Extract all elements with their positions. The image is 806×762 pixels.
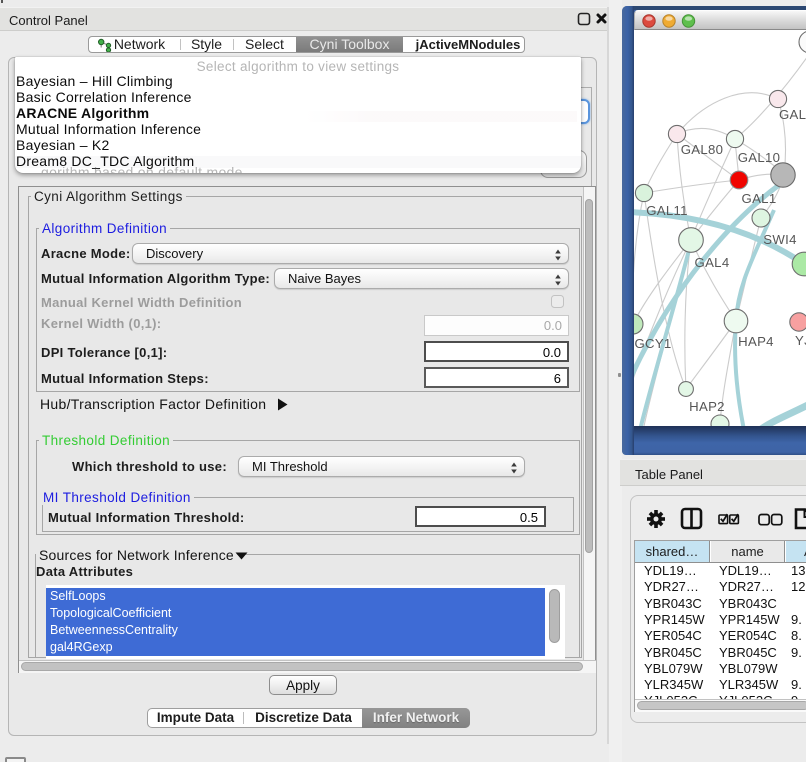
svg-text:GAL4: GAL4	[695, 255, 730, 270]
svg-text:GAL1: GAL1	[742, 191, 777, 206]
svg-text:GAL80: GAL80	[681, 142, 724, 157]
svg-text:GCY1: GCY1	[634, 336, 671, 351]
svg-text:SWI4: SWI4	[763, 232, 796, 247]
svg-text:HAP2: HAP2	[689, 399, 725, 414]
svg-text:HAP4: HAP4	[738, 334, 774, 349]
svg-text:YJL: YJL	[795, 333, 806, 348]
svg-text:GAL2: GAL2	[779, 107, 806, 122]
svg-text:GAL11: GAL11	[646, 203, 688, 218]
svg-text:GAL10: GAL10	[738, 150, 781, 165]
